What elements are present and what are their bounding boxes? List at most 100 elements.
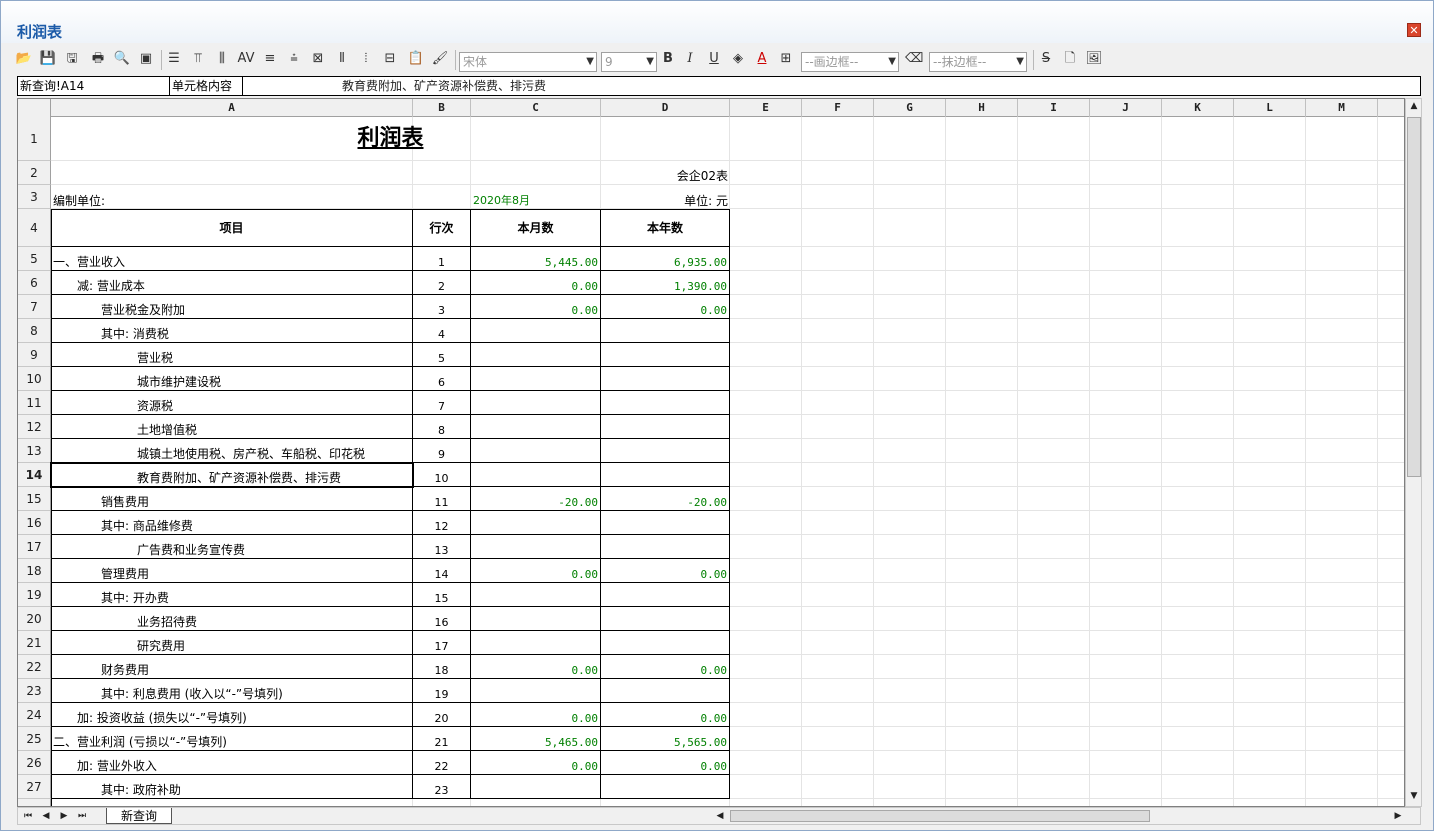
chart-image-icon[interactable]: 🖼 [1085,50,1103,68]
row-header-14[interactable]: 14 [18,463,51,487]
year-amount-cell[interactable] [601,775,730,799]
row-header-11[interactable]: 11 [18,391,51,415]
open-icon[interactable]: 📂 [15,50,33,68]
month-amount-cell[interactable] [471,463,601,487]
item-cell[interactable]: 二、营业利润 (亏损以“-”号填列) [51,727,413,751]
month-amount-cell[interactable] [471,319,601,343]
last-sheet-icon[interactable]: ⏭ [74,809,90,823]
item-cell[interactable]: 资源税 [51,391,413,415]
month-amount-cell[interactable] [471,343,601,367]
column-header-a[interactable]: A [51,99,413,117]
month-amount-cell[interactable] [471,367,601,391]
scroll-right-icon[interactable]: ▶ [1390,809,1406,823]
line-number-cell[interactable]: 23 [413,775,471,799]
line-number-cell[interactable]: 17 [413,631,471,655]
underline-button[interactable]: U [705,50,723,68]
year-amount-cell[interactable] [601,631,730,655]
row-header-19[interactable]: 19 [18,583,51,607]
font-size-select[interactable]: 9 ▼ [601,52,657,72]
line-number-cell[interactable]: 18 [413,655,471,679]
delete-row-icon[interactable]: ⊠ [309,50,327,68]
month-amount-cell[interactable]: 0.00 [471,655,601,679]
line-number-cell[interactable]: 14 [413,559,471,583]
row-header-24[interactable]: 24 [18,703,51,727]
resize-column-icon[interactable]: ⦙ [357,50,375,68]
print-icon[interactable]: 🖶 [89,50,107,68]
month-amount-cell[interactable]: 0.00 [471,295,601,319]
row-header-23[interactable]: 23 [18,679,51,703]
line-number-cell[interactable]: 4 [413,319,471,343]
line-number-cell[interactable]: 20 [413,703,471,727]
preview-icon[interactable]: 🔍 [113,50,131,68]
row-header-12[interactable]: 12 [18,415,51,439]
year-amount-cell[interactable] [601,607,730,631]
font-name-select[interactable]: 宋体 ▼ [459,52,597,72]
item-cell[interactable]: 加: 投资收益 (损失以“-”号填列) [51,703,413,727]
scroll-down-icon[interactable]: ▼ [1406,789,1422,803]
month-amount-cell[interactable] [471,511,601,535]
row-header-2[interactable]: 2 [18,161,51,185]
bold-button[interactable]: B [659,50,677,68]
row-header-13[interactable]: 13 [18,439,51,463]
row-header-15[interactable]: 15 [18,487,51,511]
borders-icon[interactable]: ⊞ [777,50,795,68]
column-header-i[interactable]: I [1018,99,1090,117]
header-month[interactable]: 本月数 [471,209,601,247]
item-cell[interactable]: 其中: 开办费 [51,583,413,607]
line-number-cell[interactable]: 1 [413,247,471,271]
select-all-corner[interactable] [18,99,51,117]
row-header-8[interactable]: 8 [18,319,51,343]
line-number-cell[interactable]: 5 [413,343,471,367]
month-amount-cell[interactable]: 0.00 [471,271,601,295]
year-amount-cell[interactable] [601,463,730,487]
cell-reference-box[interactable]: 新查询!A14 [18,77,170,95]
header-year[interactable]: 本年数 [601,209,730,247]
fill-color-icon[interactable]: ◈ [729,50,747,68]
line-number-cell[interactable]: 7 [413,391,471,415]
line-number-cell[interactable]: 8 [413,415,471,439]
save-as-icon[interactable]: 🖫 [63,50,81,68]
line-number-cell[interactable]: 12 [413,511,471,535]
line-number-cell[interactable]: 15 [413,583,471,607]
align-columns-icon[interactable]: ⫼ [213,50,231,68]
vertical-scrollbar[interactable]: ▲ ▼ [1405,98,1422,807]
item-cell[interactable]: 营业税 [51,343,413,367]
month-amount-cell[interactable] [471,679,601,703]
row-header-21[interactable]: 21 [18,631,51,655]
year-amount-cell[interactable]: 5,565.00 [601,727,730,751]
format-painter-icon[interactable]: 🖌 [431,50,449,68]
column-header-d[interactable]: D [601,99,730,117]
column-header-b[interactable]: B [413,99,471,117]
vertical-scroll-thumb[interactable] [1407,117,1421,477]
line-number-cell[interactable]: 16 [413,607,471,631]
item-cell[interactable]: 一、营业收入 [51,247,413,271]
align-left-icon[interactable]: ☰ [165,50,183,68]
line-number-cell[interactable]: 10 [413,463,471,487]
column-header-m[interactable]: M [1306,99,1378,117]
italic-button[interactable]: I [681,50,699,68]
scroll-left-icon[interactable]: ◀ [712,809,728,823]
year-amount-cell[interactable] [601,439,730,463]
row-header-26[interactable]: 26 [18,751,51,775]
line-number-cell[interactable]: 2 [413,271,471,295]
header-line[interactable]: 行次 [413,209,471,247]
year-amount-cell[interactable]: 0.00 [601,655,730,679]
year-amount-cell[interactable] [601,679,730,703]
font-color-icon[interactable]: A [753,50,771,68]
year-amount-cell[interactable]: -20.00 [601,487,730,511]
close-icon[interactable]: ✕ [1407,23,1421,37]
prev-sheet-icon[interactable]: ◀ [38,809,54,823]
line-number-cell[interactable]: 13 [413,535,471,559]
year-amount-cell[interactable] [601,415,730,439]
erase-border-select[interactable]: --抹边框-- ▼ [929,52,1027,72]
header-item[interactable]: 项目 [51,209,413,247]
year-amount-cell[interactable] [601,583,730,607]
row-header-27[interactable]: 27 [18,775,51,799]
month-amount-cell[interactable]: 5,445.00 [471,247,601,271]
column-header-j[interactable]: J [1090,99,1162,117]
column-header-l[interactable]: L [1234,99,1306,117]
item-cell[interactable]: 减: 营业成本 [51,271,413,295]
year-amount-cell[interactable] [601,391,730,415]
column-header-h[interactable]: H [946,99,1018,117]
row-header-18[interactable]: 18 [18,559,51,583]
